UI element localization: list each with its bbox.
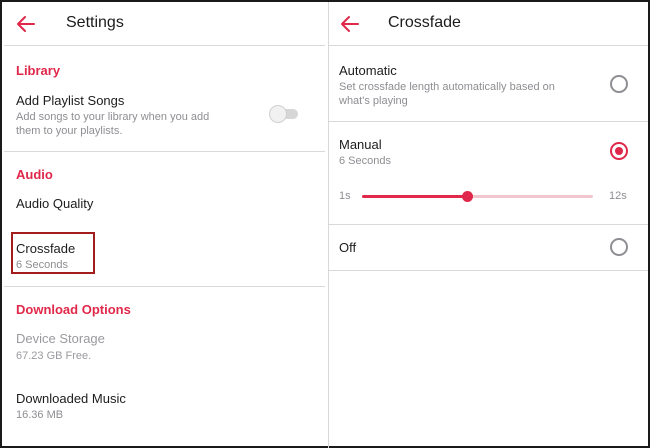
settings-panel: Settings Library Add Playlist Songs Add …: [4, 4, 325, 448]
crossfade-header: Crossfade: [329, 4, 648, 46]
add-playlist-songs-toggle[interactable]: [269, 105, 301, 123]
add-playlist-songs-subtitle-2: them to your playlists.: [16, 125, 123, 137]
divider: [4, 286, 325, 287]
divider: [4, 151, 325, 152]
toggle-knob: [269, 105, 287, 123]
automatic-radio[interactable]: [610, 75, 628, 93]
off-radio[interactable]: [610, 238, 628, 256]
automatic-title: Automatic: [339, 63, 397, 78]
slider-fill: [362, 195, 468, 198]
page-title: Settings: [66, 14, 124, 31]
page-title: Crossfade: [388, 14, 461, 31]
manual-title: Manual: [339, 137, 382, 152]
slider-max-label: 12s: [609, 190, 627, 202]
screenshot-frame: Settings Library Add Playlist Songs Add …: [0, 0, 650, 448]
downloaded-music-title: Downloaded Music: [16, 391, 126, 406]
section-title-download-options: Download Options: [16, 302, 131, 317]
add-playlist-songs-title: Add Playlist Songs: [16, 93, 125, 108]
device-storage-title: Device Storage: [16, 331, 105, 346]
crossfade-panel: Crossfade Automatic Set crossfade length…: [329, 4, 648, 448]
add-playlist-songs-subtitle-1: Add songs to your library when you add: [16, 111, 210, 123]
radio-selected-dot: [615, 147, 623, 155]
downloaded-music-subtitle: 16.36 MB: [16, 409, 64, 421]
automatic-subtitle-1: Set crossfade length automatically based…: [339, 81, 555, 93]
arrow-left-icon[interactable]: [15, 13, 37, 35]
off-title: Off: [339, 240, 357, 255]
automatic-subtitle-2: what's playing: [339, 95, 408, 107]
slider-min-label: 1s: [339, 190, 351, 202]
section-title-library: Library: [16, 63, 61, 78]
manual-radio[interactable]: [610, 142, 628, 160]
divider: [329, 121, 648, 122]
crossfade-highlight-box: [11, 232, 95, 274]
settings-header: Settings: [4, 4, 325, 46]
divider: [329, 224, 648, 225]
manual-subtitle: 6 Seconds: [339, 155, 391, 167]
arrow-left-icon[interactable]: [339, 13, 361, 35]
device-storage-subtitle: 67.23 GB Free.: [16, 350, 92, 362]
crossfade-slider[interactable]: [362, 189, 593, 205]
section-title-audio: Audio: [16, 167, 53, 182]
divider: [329, 270, 648, 271]
slider-thumb[interactable]: [462, 191, 474, 202]
audio-quality-item[interactable]: Audio Quality: [16, 196, 93, 211]
